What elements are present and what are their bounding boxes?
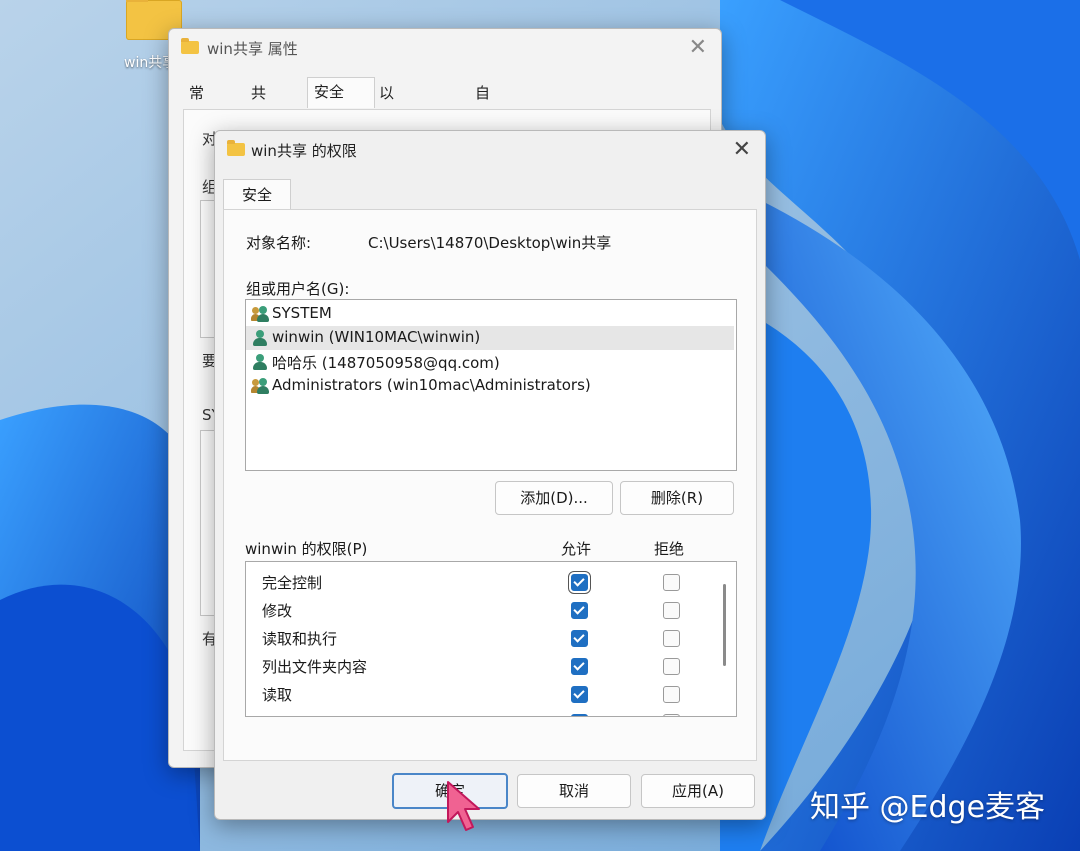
permission-name: 完全控制: [262, 574, 323, 592]
object-name-label: 对象名称:: [246, 234, 312, 252]
list-item-selected[interactable]: winwin (WIN10MAC\winwin): [246, 326, 734, 350]
permission-name: 读取: [262, 686, 293, 704]
allow-checkbox[interactable]: [571, 658, 588, 675]
deny-checkbox[interactable]: [663, 630, 680, 647]
user-icon: [252, 330, 268, 346]
close-icon[interactable]: ✕: [733, 139, 751, 161]
allow-checkbox[interactable]: [571, 630, 588, 647]
tab-security[interactable]: 安全: [307, 77, 375, 108]
tab-previous-versions[interactable]: 以前的版本: [373, 79, 400, 214]
deny-checkbox[interactable]: [663, 658, 680, 675]
object-name-value: C:\Users\14870\Desktop\win共享: [368, 234, 612, 252]
deny-checkbox[interactable]: [663, 686, 680, 703]
user-group-icon: [251, 306, 269, 322]
table-row: 读取和执行: [246, 624, 716, 652]
cancel-button[interactable]: 取消: [517, 774, 631, 808]
deny-checkbox[interactable]: [663, 574, 680, 591]
list-item[interactable]: Administrators (win10mac\Administrators): [246, 374, 734, 398]
table-row: 完全控制: [246, 568, 716, 596]
permissions-for-label: winwin 的权限(P): [245, 540, 368, 558]
list-item[interactable]: 哈哈乐 (1487050958@qq.com): [246, 350, 734, 374]
allow-checkbox[interactable]: [571, 714, 588, 716]
allow-checkbox[interactable]: [568, 571, 591, 594]
allow-checkbox[interactable]: [571, 686, 588, 703]
tab-sharing[interactable]: 共享: [245, 79, 272, 130]
tab-general[interactable]: 常规: [183, 79, 210, 130]
permissions-title: win共享 的权限: [251, 142, 357, 160]
group-user-label: 组或用户名(G):: [246, 280, 350, 298]
permissions-titlebar[interactable]: win共享 的权限 ✕: [215, 131, 765, 167]
deny-header: 拒绝: [654, 540, 685, 558]
table-row: 读取: [246, 680, 716, 708]
mouse-cursor-icon: [447, 781, 480, 831]
apply-button[interactable]: 应用(A): [641, 774, 755, 808]
folder-icon: [227, 140, 245, 156]
permission-name: 写入: [262, 712, 292, 716]
user-name: SYSTEM: [272, 304, 332, 322]
user-group-icon: [251, 378, 269, 394]
deny-checkbox[interactable]: [663, 714, 680, 716]
properties-title: win共享 属性: [207, 40, 298, 58]
desktop-icon-label: win共享: [124, 55, 170, 71]
user-name: Administrators (win10mac\Administrators): [272, 376, 591, 394]
list-item[interactable]: SYSTEM: [246, 302, 734, 326]
table-row: 列出文件夹内容: [246, 652, 716, 680]
tab-security[interactable]: 安全: [223, 179, 291, 210]
remove-button[interactable]: 删除(R): [620, 481, 734, 515]
add-button[interactable]: 添加(D)...: [495, 481, 613, 515]
permission-name: 修改: [262, 602, 293, 620]
user-name: 哈哈乐 (1487050958@qq.com): [272, 354, 500, 372]
permissions-dialog: win共享 的权限 ✕ 安全 对象名称: C:\Users\14870\Desk…: [214, 130, 766, 820]
folder-icon: [181, 38, 199, 54]
user-name: winwin (WIN10MAC\winwin): [272, 328, 481, 346]
properties-titlebar[interactable]: win共享 属性 ✕: [169, 29, 721, 65]
user-list[interactable]: SYSTEM winwin (WIN10MAC\winwin) 哈哈乐 (148…: [245, 299, 737, 471]
table-row: 写入: [246, 708, 716, 716]
allow-header: 允许: [561, 540, 592, 558]
permission-name: 读取和执行: [262, 630, 338, 648]
user-icon: [252, 354, 268, 370]
tab-customize[interactable]: 自定义: [469, 79, 496, 158]
close-icon[interactable]: ✕: [689, 37, 707, 59]
permission-list-scrollbar[interactable]: [723, 584, 726, 666]
table-row: 修改: [246, 596, 716, 624]
permission-list[interactable]: 完全控制 修改 读取和执行 列出文件夹内容 读取 写入: [245, 561, 737, 717]
allow-checkbox[interactable]: [571, 602, 588, 619]
deny-checkbox[interactable]: [663, 602, 680, 619]
permission-name: 列出文件夹内容: [262, 658, 368, 676]
watermark-text: 知乎 @Edge麦客: [810, 790, 1046, 825]
